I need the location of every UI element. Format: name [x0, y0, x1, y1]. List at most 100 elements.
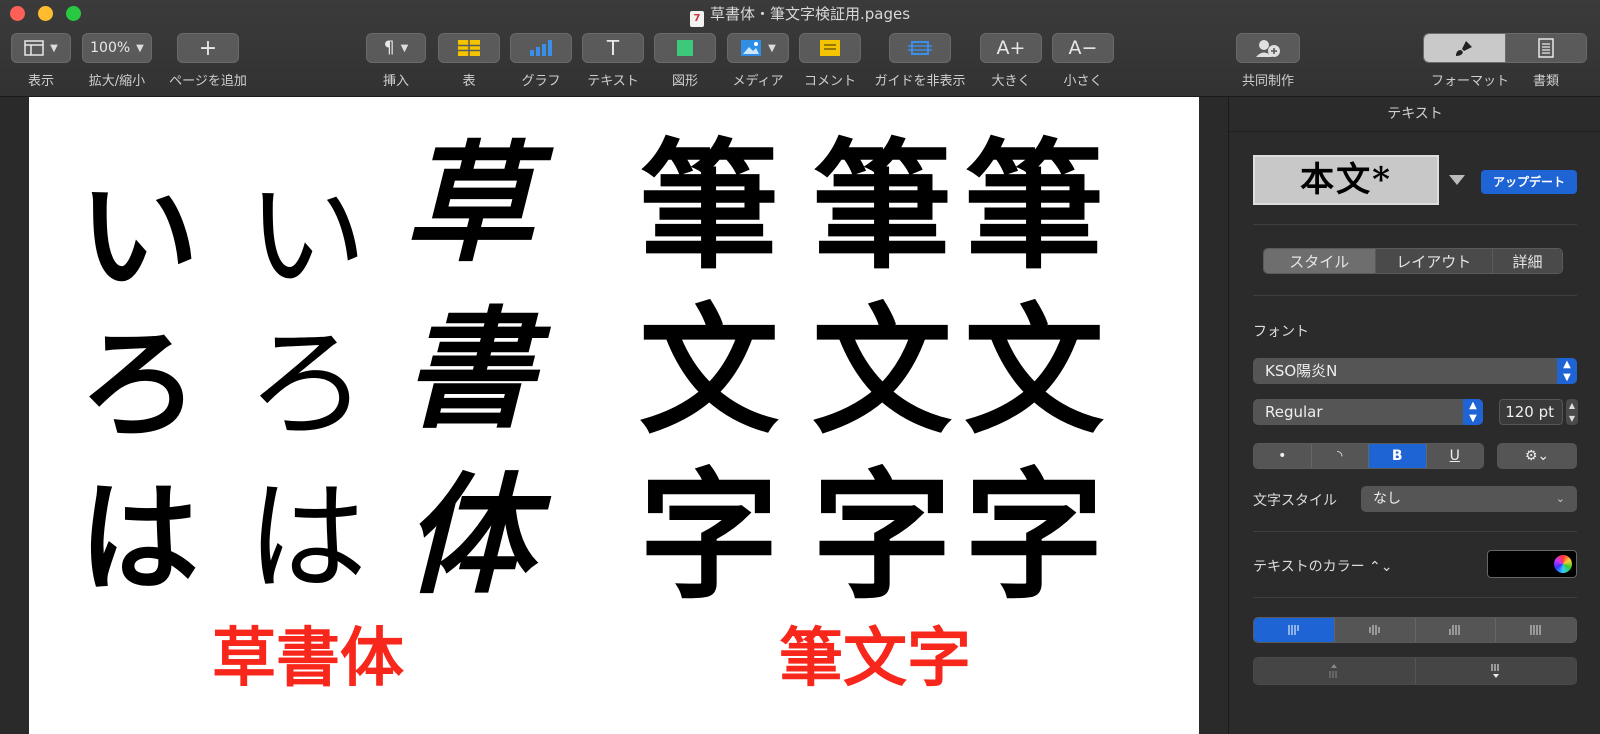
divider — [1253, 224, 1577, 225]
underline-button[interactable]: U — [1425, 444, 1483, 468]
justify-button[interactable] — [1495, 618, 1576, 642]
justify-icon — [1530, 625, 1541, 635]
table-button[interactable] — [438, 33, 500, 63]
font-style-value: Regular — [1265, 403, 1323, 421]
bold-button[interactable]: B — [1368, 444, 1426, 468]
fude-char-2-3: 字 — [812, 455, 953, 619]
divider — [1253, 295, 1577, 296]
font-style-popup[interactable]: Regular ▲ ▼ — [1253, 399, 1483, 425]
view-button[interactable]: ▼ — [11, 33, 71, 63]
text-box-button[interactable]: T — [582, 33, 644, 63]
align-left-button[interactable] — [1254, 618, 1334, 642]
smaller-label: 小さく — [1063, 74, 1103, 89]
media-button[interactable]: ▼ — [727, 33, 789, 63]
inspector-header: テキスト — [1387, 106, 1443, 122]
align-center-button[interactable] — [1333, 618, 1415, 642]
align-left-icon — [1288, 625, 1299, 635]
guides-button[interactable] — [889, 33, 951, 63]
bullet-button[interactable]: • — [1254, 444, 1311, 468]
kana-i-1: い — [79, 166, 199, 307]
color-wheel-icon[interactable] — [1554, 555, 1572, 573]
align-right-icon — [1449, 625, 1460, 635]
tab-layout[interactable]: レイアウト — [1374, 249, 1492, 273]
kana-ro-1: ろ — [79, 314, 199, 455]
font-bigger-icon: A+ — [996, 37, 1026, 59]
table-icon — [458, 40, 480, 56]
format-inspector: テキスト 本文* アップデート スタイル レイアウト 詳細 フォント KSO陽炎… — [1228, 97, 1600, 734]
decrease-indent-button[interactable] — [1254, 658, 1415, 684]
shape-square-icon — [677, 40, 693, 56]
italic-button[interactable]: ◝ — [1310, 444, 1368, 468]
document-page[interactable]: い ろ は い ろ は 草 書 体 筆 文 字 筆 文 字 筆 文 字 草書体 … — [29, 97, 1199, 734]
font-size-field[interactable]: 120 pt — [1499, 399, 1563, 425]
chevron-down-icon: ▼ — [400, 42, 409, 54]
text-color-well[interactable] — [1487, 550, 1577, 578]
plus-icon: + — [198, 35, 218, 61]
comment-button[interactable] — [799, 33, 861, 63]
sousho-char-3: 体 — [404, 459, 535, 612]
document-canvas[interactable]: い ろ は い ろ は 草 書 体 筆 文 字 筆 文 字 筆 文 字 草書体 … — [0, 97, 1228, 734]
sidebar-icon — [24, 40, 44, 56]
bar-chart-icon — [530, 40, 552, 56]
document-title-text: 草書体・筆文字検証用.pages — [709, 5, 911, 23]
font-section-label: フォント — [1253, 324, 1309, 340]
collaborate-button[interactable] — [1236, 33, 1300, 63]
char-style-value: なし — [1373, 491, 1401, 507]
label-fude: 筆文字 — [779, 622, 971, 696]
pages-document-icon: 7 — [689, 11, 704, 27]
document-icon — [1538, 38, 1554, 58]
fude-char-2-2: 文 — [812, 290, 953, 454]
advanced-options-gear-button[interactable]: ⚙︎⌄ — [1497, 443, 1577, 469]
kana-ha-2: は — [247, 469, 367, 608]
paragraph-style-preview[interactable]: 本文* — [1253, 155, 1439, 205]
kana-ro-2: ろ — [247, 315, 367, 454]
shape-button[interactable] — [654, 33, 716, 63]
indent-buttons — [1253, 657, 1577, 685]
format-inspector-button[interactable] — [1424, 34, 1505, 62]
char-style-label: 文字スタイル — [1253, 493, 1337, 509]
align-right-button[interactable] — [1414, 618, 1496, 642]
text-format-buttons: • ◝ B U — [1253, 443, 1484, 469]
paragraph-style-menu-arrow-icon[interactable] — [1449, 175, 1465, 185]
add-page-button[interactable]: + — [177, 33, 239, 63]
comment-label: コメント — [803, 74, 856, 89]
tab-style[interactable]: スタイル — [1264, 249, 1375, 273]
zoom-popup[interactable]: 100% ▼ — [82, 33, 152, 63]
char-style-popup[interactable]: なし ⌄ — [1361, 486, 1577, 512]
smaller-button[interactable]: A− — [1052, 33, 1114, 63]
increase-indent-button[interactable] — [1414, 658, 1576, 684]
update-style-button[interactable]: アップデート — [1481, 170, 1577, 194]
fude-char-1-2: 文 — [639, 290, 780, 454]
photo-icon — [741, 40, 762, 56]
guides-label: ガイドを非表示 — [874, 74, 966, 89]
fude-char-3-3: 字 — [964, 455, 1105, 619]
updown-chevron-icon: ▲ ▼ — [1557, 358, 1577, 384]
chevron-down-icon: ▼ — [50, 42, 58, 54]
insert-label: 挿入 — [382, 74, 409, 89]
increase-indent-icon — [1491, 664, 1499, 678]
sousho-char-2: 書 — [404, 293, 535, 446]
updown-chevron-icon: ▲ ▼ — [1463, 399, 1483, 425]
label-sousho: 草書体 — [212, 622, 404, 696]
chart-button[interactable] — [510, 33, 572, 63]
add-page-label: ページを追加 — [169, 74, 247, 89]
divider — [1253, 597, 1577, 598]
text-label: テキスト — [587, 74, 639, 89]
pilcrow-icon: ¶ — [383, 38, 395, 58]
document-inspector-button[interactable] — [1504, 34, 1586, 62]
fude-char-2-1: 筆 — [812, 125, 953, 289]
text-t-icon: T — [606, 36, 620, 60]
font-size-stepper[interactable]: ▲ ▼ — [1566, 399, 1578, 425]
chevron-down-icon: ▼ — [768, 42, 776, 54]
bigger-button[interactable]: A+ — [980, 33, 1042, 63]
align-center-icon — [1369, 625, 1380, 635]
inspector-segmented-control — [1423, 33, 1587, 63]
inspector-tabs: スタイル レイアウト 詳細 — [1263, 248, 1563, 274]
alignment-buttons — [1253, 617, 1577, 643]
tab-more[interactable]: 詳細 — [1491, 249, 1562, 273]
media-label: メディア — [732, 74, 784, 89]
insert-button[interactable]: ¶ ▼ — [366, 33, 426, 63]
fude-char-1-1: 筆 — [639, 125, 780, 289]
divider — [1253, 531, 1577, 532]
font-family-popup[interactable]: KSO陽炎N ▲ ▼ — [1253, 358, 1577, 384]
